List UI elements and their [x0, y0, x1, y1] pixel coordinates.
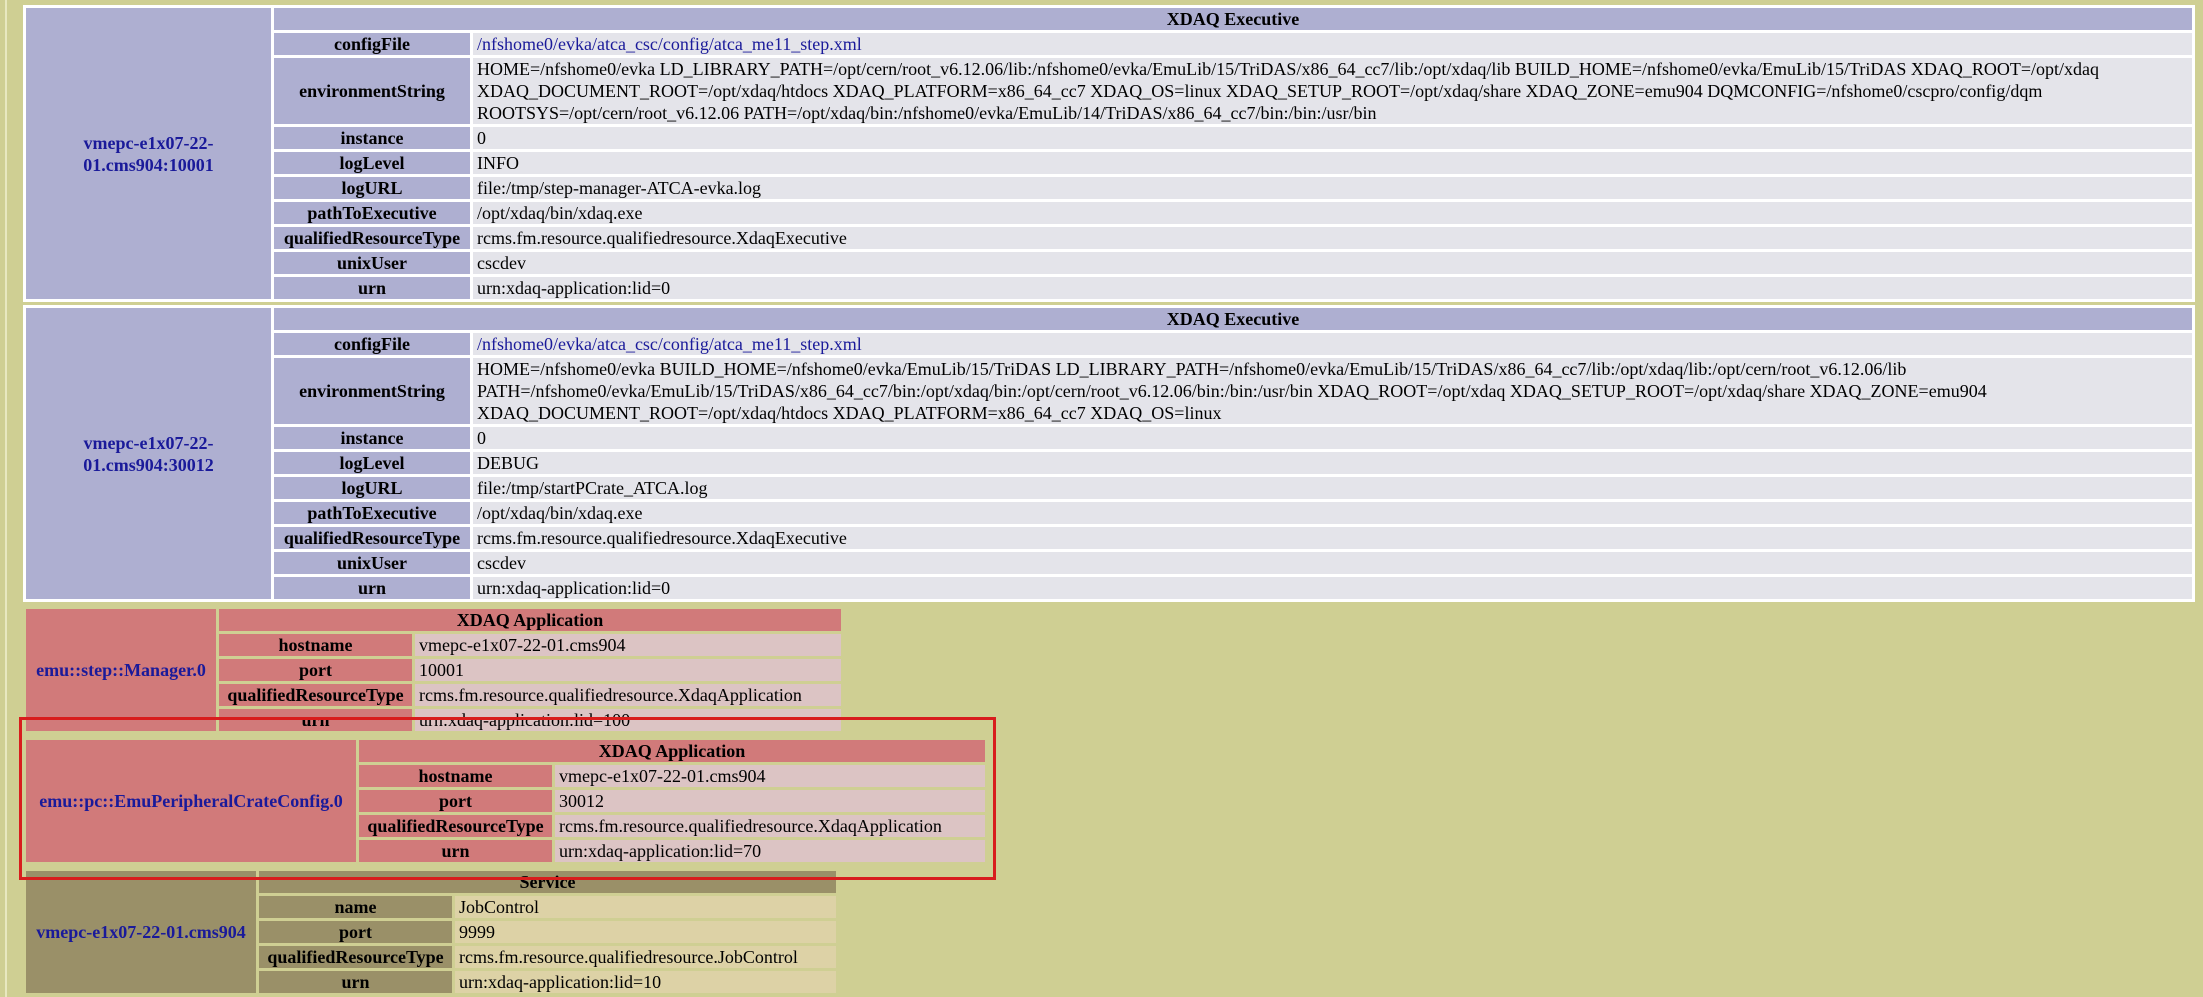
- row-key: pathToExecutive: [274, 202, 470, 224]
- row-value: DEBUG: [473, 452, 2192, 474]
- row-value: rcms.fm.resource.qualifiedresource.XdaqA…: [555, 815, 985, 837]
- xdaq-executive-table-1: vmepc-e1x07-22-01.cms904:10001 XDAQ Exec…: [23, 5, 2195, 302]
- executive-host-label[interactable]: vmepc-e1x07-22-01.cms904:30012: [83, 433, 213, 475]
- row-value: 10001: [415, 659, 841, 681]
- config-file-value[interactable]: /nfshome0/evka/atca_csc/config/atca_me11…: [477, 334, 862, 354]
- row-value: vmepc-e1x07-22-01.cms904: [555, 765, 985, 787]
- row-key: unixUser: [274, 552, 470, 574]
- row-value: HOME=/nfshome0/evka LD_LIBRARY_PATH=/opt…: [473, 58, 2192, 124]
- row-key: qualifiedResourceType: [219, 684, 412, 706]
- row-value: 0: [473, 127, 2192, 149]
- application-host-label[interactable]: emu::step::Manager.0: [36, 660, 206, 680]
- xdaq-application-table-2: emu::pc::EmuPeripheralCrateConfig.0 XDAQ…: [23, 737, 988, 865]
- row-key: logURL: [274, 177, 470, 199]
- row-value: /opt/xdaq/bin/xdaq.exe: [473, 202, 2192, 224]
- service-host-label[interactable]: vmepc-e1x07-22-01.cms904: [36, 922, 245, 942]
- row-value: vmepc-e1x07-22-01.cms904: [415, 634, 841, 656]
- row-key: urn: [274, 577, 470, 599]
- xdaq-application-table-1: emu::step::Manager.0 XDAQ Application ho…: [23, 606, 844, 734]
- row-value: cscdev: [473, 252, 2192, 274]
- service-host-link[interactable]: vmepc-e1x07-22-01.cms904: [26, 871, 256, 993]
- row-key: instance: [274, 427, 470, 449]
- row-value: rcms.fm.resource.qualifiedresource.XdaqA…: [415, 684, 841, 706]
- executive-header: XDAQ Executive: [274, 308, 2192, 330]
- left-frame: [0, 0, 18, 997]
- row-value: urn:xdaq-application:lid=100: [415, 709, 841, 731]
- row-value: HOME=/nfshome0/evka BUILD_HOME=/nfshome0…: [473, 358, 2192, 424]
- application-host-link[interactable]: emu::pc::EmuPeripheralCrateConfig.0: [26, 740, 356, 862]
- row-value: 9999: [455, 921, 836, 943]
- row-key: port: [259, 921, 452, 943]
- row-value: INFO: [473, 152, 2192, 174]
- row-value: file:/tmp/startPCrate_ATCA.log: [473, 477, 2192, 499]
- row-key: configFile: [274, 333, 470, 355]
- row-key: port: [219, 659, 412, 681]
- row-key: qualifiedResourceType: [259, 946, 452, 968]
- row-value: cscdev: [473, 552, 2192, 574]
- executive-host-label[interactable]: vmepc-e1x07-22-01.cms904:10001: [83, 133, 213, 175]
- application-host-label[interactable]: emu::pc::EmuPeripheralCrateConfig.0: [39, 791, 342, 811]
- row-value: file:/tmp/step-manager-ATCA-evka.log: [473, 177, 2192, 199]
- row-key: urn: [274, 277, 470, 299]
- row-key: qualifiedResourceType: [359, 815, 552, 837]
- row-key: environmentString: [274, 358, 470, 424]
- row-key: hostname: [359, 765, 552, 787]
- row-value: JobControl: [455, 896, 836, 918]
- row-value: 0: [473, 427, 2192, 449]
- row-key: pathToExecutive: [274, 502, 470, 524]
- row-value: urn:xdaq-application:lid=0: [473, 577, 2192, 599]
- row-key: logLevel: [274, 152, 470, 174]
- row-key: urn: [359, 840, 552, 862]
- row-key: instance: [274, 127, 470, 149]
- row-value: rcms.fm.resource.qualifiedresource.JobCo…: [455, 946, 836, 968]
- config-file-link[interactable]: /nfshome0/evka/atca_csc/config/atca_me11…: [473, 333, 2192, 355]
- row-value: urn:xdaq-application:lid=70: [555, 840, 985, 862]
- config-file-value[interactable]: /nfshome0/evka/atca_csc/config/atca_me11…: [477, 34, 862, 54]
- row-key: environmentString: [274, 58, 470, 124]
- row-value: rcms.fm.resource.qualifiedresource.XdaqE…: [473, 527, 2192, 549]
- row-key: qualifiedResourceType: [274, 227, 470, 249]
- row-key: logURL: [274, 477, 470, 499]
- executive-host-link[interactable]: vmepc-e1x07-22-01.cms904:10001: [26, 8, 271, 299]
- row-key: qualifiedResourceType: [274, 527, 470, 549]
- row-key: name: [259, 896, 452, 918]
- application-header: XDAQ Application: [219, 609, 841, 631]
- service-table: vmepc-e1x07-22-01.cms904 Service name Job…: [23, 868, 839, 996]
- row-value: urn:xdaq-application:lid=10: [455, 971, 836, 993]
- row-key: port: [359, 790, 552, 812]
- row-value: urn:xdaq-application:lid=0: [473, 277, 2192, 299]
- row-key: logLevel: [274, 452, 470, 474]
- row-key: unixUser: [274, 252, 470, 274]
- service-header: Service: [259, 871, 836, 893]
- executive-host-link[interactable]: vmepc-e1x07-22-01.cms904:30012: [26, 308, 271, 599]
- row-value: rcms.fm.resource.qualifiedresource.XdaqE…: [473, 227, 2192, 249]
- row-key: urn: [259, 971, 452, 993]
- frame-line: [5, 0, 7, 997]
- row-value: 30012: [555, 790, 985, 812]
- application-header: XDAQ Application: [359, 740, 985, 762]
- xdaq-executive-table-2: vmepc-e1x07-22-01.cms904:30012 XDAQ Exec…: [23, 305, 2195, 602]
- executive-header: XDAQ Executive: [274, 8, 2192, 30]
- row-value: /opt/xdaq/bin/xdaq.exe: [473, 502, 2192, 524]
- application-host-link[interactable]: emu::step::Manager.0: [26, 609, 216, 731]
- row-key: hostname: [219, 634, 412, 656]
- row-key: urn: [219, 709, 412, 731]
- config-file-link[interactable]: /nfshome0/evka/atca_csc/config/atca_me11…: [473, 33, 2192, 55]
- row-key: configFile: [274, 33, 470, 55]
